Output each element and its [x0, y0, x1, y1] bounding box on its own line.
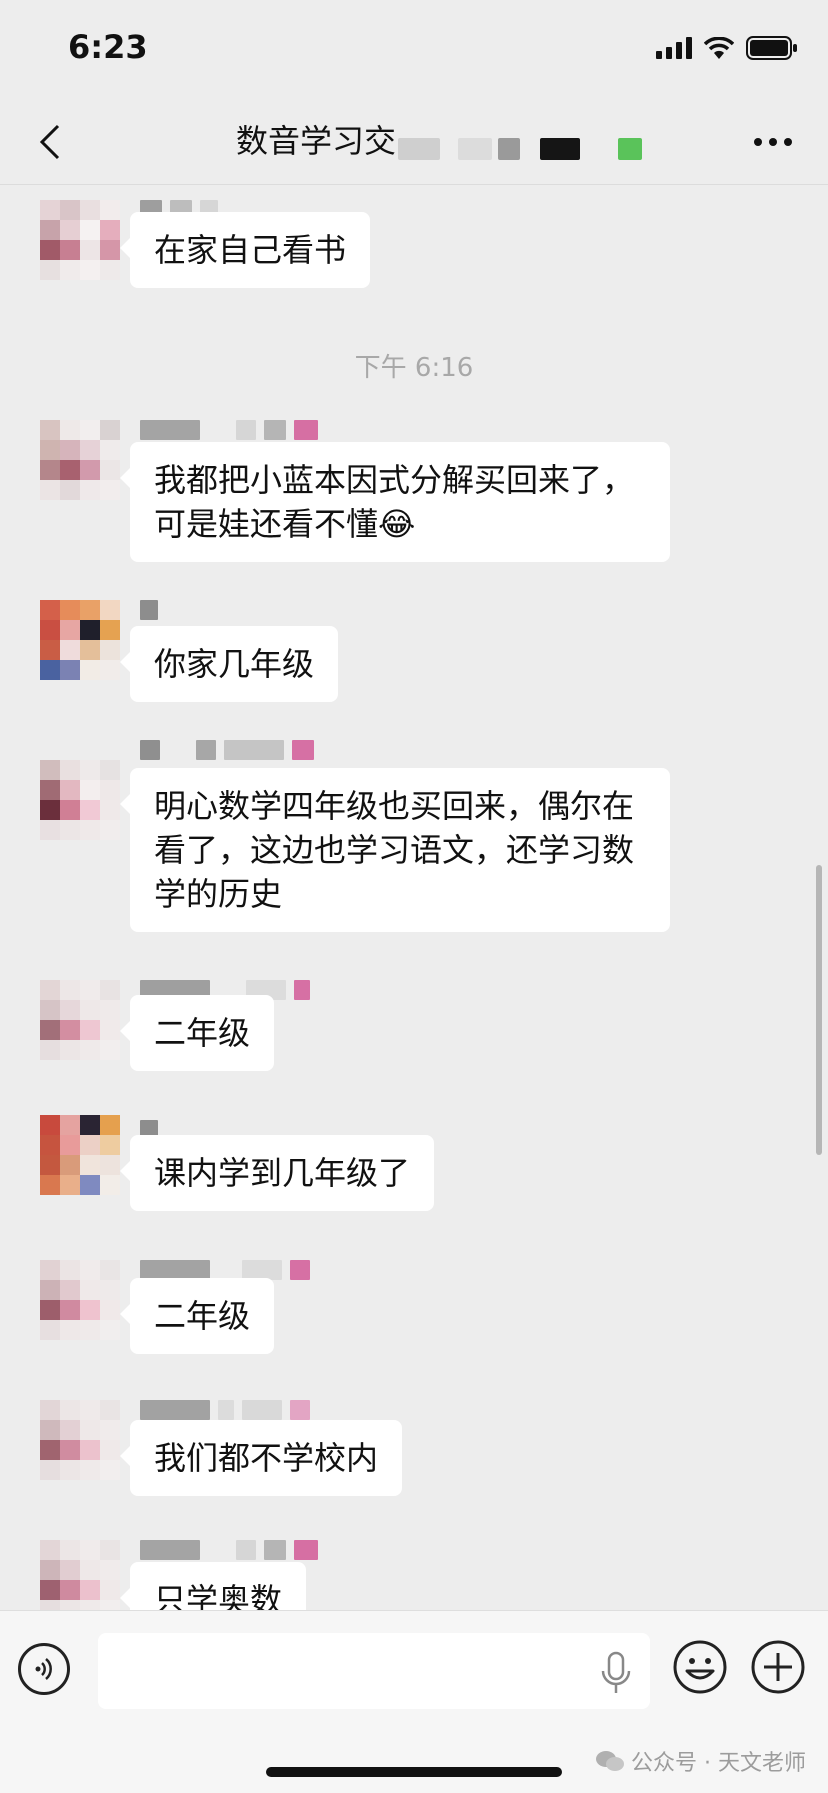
message-text: 在家自己看书 [154, 231, 347, 269]
title-redaction-blur [540, 138, 580, 160]
more-dots-icon [754, 138, 792, 146]
message-list[interactable]: 在家自己看书 下午 6:16 我都把小蓝本因式分解买回来了，可是娃还看不懂😂 你… [0, 185, 828, 1610]
message-bubble[interactable]: 你家几年级 [119, 626, 339, 702]
message-bubble[interactable]: 二年级 [119, 995, 275, 1071]
message-bubble[interactable]: 我都把小蓝本因式分解买回来了，可是娃还看不懂😂 [120, 442, 670, 562]
avatar[interactable] [40, 420, 120, 500]
battery-icon [746, 36, 797, 60]
time-divider: 下午 6:16 [354, 353, 474, 383]
scrollbar[interactable] [816, 865, 822, 1155]
avatar[interactable] [40, 1540, 120, 1610]
wechat-icon [596, 1751, 625, 1771]
message-bubble[interactable]: 只学奥数 [119, 1562, 307, 1610]
avatar[interactable] [40, 1400, 120, 1480]
sender-name-blurred [140, 600, 158, 620]
message-text: 二年级 [154, 1014, 251, 1052]
avatar[interactable] [40, 1115, 120, 1195]
cellular-signal-icon [656, 37, 692, 59]
message-bubble[interactable]: 二年级 [119, 1278, 275, 1354]
watermark: 公众号 · 天文老师 [595, 1745, 806, 1777]
message-text: 你家几年级 [154, 645, 315, 683]
watermark-text: 公众号 · 天文老师 [631, 1751, 806, 1776]
input-bar: 公众号 · 天文老师 [0, 1610, 828, 1793]
title-redaction-blur [458, 138, 492, 160]
message-text: 只学奥数 [154, 1581, 283, 1610]
status-bar: 6:23 [0, 0, 828, 100]
chevron-left-icon [39, 124, 60, 160]
chat-title: 数音学习交 [236, 122, 397, 160]
message-bubble[interactable]: 我们都不学校内 [119, 1420, 403, 1496]
message-text: 二年级 [154, 1297, 251, 1335]
message-bubble[interactable]: 在家自己看书 [119, 212, 371, 288]
sender-name-blurred [140, 740, 314, 760]
voice-toggle-button[interactable] [18, 1643, 70, 1695]
sender-name-blurred [140, 1400, 310, 1420]
message-text: 课内学到几年级了 [154, 1154, 411, 1192]
avatar[interactable] [40, 760, 120, 840]
microphone-icon[interactable] [598, 1651, 634, 1695]
wifi-icon [704, 37, 734, 59]
message-input[interactable] [98, 1633, 650, 1709]
status-time: 6:23 [68, 28, 148, 66]
title-redaction-blur [498, 138, 520, 160]
home-indicator[interactable] [266, 1767, 562, 1777]
sender-name-blurred [140, 420, 318, 440]
chat-header: 数音学习交 [0, 100, 828, 185]
sender-name-blurred [140, 1260, 310, 1280]
message-text: 明心数学四年级也买回来，偶尔在看了，这边也学习语文，还学习数学的历史 [154, 787, 635, 913]
message-bubble[interactable]: 明心数学四年级也买回来，偶尔在看了，这边也学习语文，还学习数学的历史 [120, 768, 670, 932]
sender-name-blurred [140, 1540, 318, 1560]
title-redaction-blur [618, 138, 642, 160]
emoji-button[interactable] [672, 1639, 728, 1695]
back-button[interactable] [26, 118, 74, 166]
avatar[interactable] [40, 980, 120, 1060]
status-icons [656, 36, 798, 60]
avatar[interactable] [40, 200, 120, 280]
voice-wave-icon [35, 1658, 52, 1680]
more-options-button[interactable] [748, 120, 798, 164]
message-text: 我都把小蓝本因式分解买回来了，可是娃还看不懂😂 [154, 461, 635, 543]
plus-button[interactable] [750, 1639, 806, 1695]
message-text: 我们都不学校内 [154, 1439, 379, 1477]
title-redaction-blur [398, 138, 440, 160]
message-bubble[interactable]: 课内学到几年级了 [119, 1135, 435, 1211]
avatar[interactable] [40, 600, 120, 680]
avatar[interactable] [40, 1260, 120, 1340]
